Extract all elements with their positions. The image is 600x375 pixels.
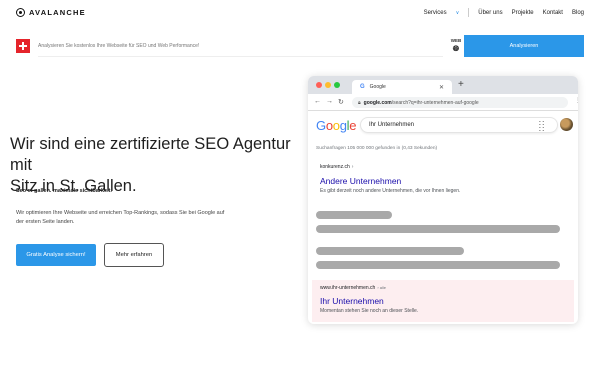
google-search-box: Ihr Unternehmen	[360, 117, 558, 133]
globe-icon: 🌐︎	[452, 43, 460, 53]
nav-item-ueber-uns[interactable]: Über uns	[478, 10, 502, 16]
browser-mockup: G Google ✕ + ← → ↻ 🔒︎ google.com/search?…	[308, 76, 578, 324]
search-stats: Suchanfragen 105 000 000 gefunden in (0,…	[316, 146, 438, 151]
top-nav: AVALANCHE Services ∨ Über uns Projekte Ko…	[0, 0, 600, 26]
result-1-description: Es gibt derzeit noch andere Unternehmen,…	[320, 188, 461, 194]
hero-title-line-1: Wir sind eine zertifizierte SEO Agentur …	[10, 135, 291, 174]
ad-result: www.ihr-unternehmen.ch › alle Ihr Unterne…	[312, 280, 574, 322]
result-1-title: Andere Unternehmen	[320, 176, 402, 186]
new-tab-icon: +	[458, 79, 464, 90]
browser-address-bar: ← → ↻ 🔒︎ google.com/search?q=ihr-unterne…	[308, 94, 578, 111]
back-arrow-icon: ←	[314, 98, 321, 105]
avatar	[560, 118, 573, 131]
nav-divider	[468, 8, 470, 17]
chevron-down-icon: ∨	[455, 9, 460, 16]
brand-name: AVALANCHE	[29, 8, 86, 17]
nav-links: Services ∨ Über uns Projekte Kontakt Blog	[406, 8, 584, 17]
url-field: 🔒︎ google.com/search?q=ihr-unternehmen-a…	[352, 97, 568, 108]
nav-item-blog[interactable]: Blog	[572, 10, 584, 16]
result-1-url: konkurenz.ch ›	[320, 164, 354, 170]
nav-item-projekte[interactable]: Projekte	[512, 10, 534, 16]
reload-icon: ↻	[338, 99, 344, 106]
lock-icon: 🔒︎	[358, 99, 361, 106]
brand-logo[interactable]: AVALANCHE	[16, 8, 86, 17]
forward-arrow-icon: →	[326, 98, 333, 105]
hero-desc-line-2: der ersten Seite landen.	[16, 219, 75, 225]
logo-icon	[16, 8, 25, 17]
url-path: /search?q=ihr-unternehmen-auf-google	[391, 99, 479, 106]
more-icon: ⋮	[575, 98, 578, 104]
page: AVALANCHE Services ∨ Über uns Projekte Ko…	[0, 0, 600, 375]
analyse-bar: WEB 🌐︎ SEO Analysieren	[16, 35, 584, 57]
nav-item-services[interactable]: Services ∨	[415, 10, 460, 16]
ad-description: Momentan stehen Sie noch an dieser Stell…	[320, 308, 419, 314]
url-domain: google.com	[363, 99, 392, 106]
analyse-button[interactable]: Analysieren	[464, 35, 584, 57]
tab-title: Google	[369, 84, 386, 90]
mode-web-toggle[interactable]: WEB 🌐︎	[446, 39, 466, 53]
google-logo: Google	[316, 118, 357, 133]
browser-tab-bar: G Google ✕ +	[308, 76, 578, 94]
window-minimize-dot	[325, 82, 331, 88]
close-icon: ✕	[438, 84, 444, 91]
google-header: Google Ihr Unternehmen ∷ ∷	[308, 111, 578, 139]
google-favicon: G	[360, 84, 365, 90]
window-close-dot	[316, 82, 322, 88]
placeholder-bar	[316, 211, 392, 219]
placeholder-bar	[316, 225, 560, 233]
ad-title: Ihr Unternehmen	[320, 296, 384, 306]
hero-description: Wir optimieren Ihre Webseite und erreich…	[16, 209, 266, 227]
apps-grid-icon: ∷ ∷	[539, 119, 544, 134]
hero-desc-line-1: Wir optimieren Ihre Webseite und erreich…	[16, 210, 225, 216]
hero-subtitle: Seo st gallen. maximale sichtbarkeit.	[16, 188, 112, 194]
window-maximize-dot	[334, 82, 340, 88]
placeholder-bar	[316, 247, 464, 255]
ad-url: www.ihr-unternehmen.ch › alle	[320, 285, 386, 291]
website-url-input[interactable]	[38, 35, 443, 57]
free-analysis-button[interactable]: Gratis Analyse sichern!	[16, 244, 96, 266]
browser-tab: G Google ✕	[352, 80, 452, 94]
placeholder-bar	[316, 261, 560, 269]
swiss-flag-icon	[16, 39, 30, 53]
learn-more-button[interactable]: Mehr erfahren	[104, 243, 164, 267]
nav-item-kontakt[interactable]: Kontakt	[543, 10, 563, 16]
mode-web-label: WEB	[450, 38, 462, 44]
